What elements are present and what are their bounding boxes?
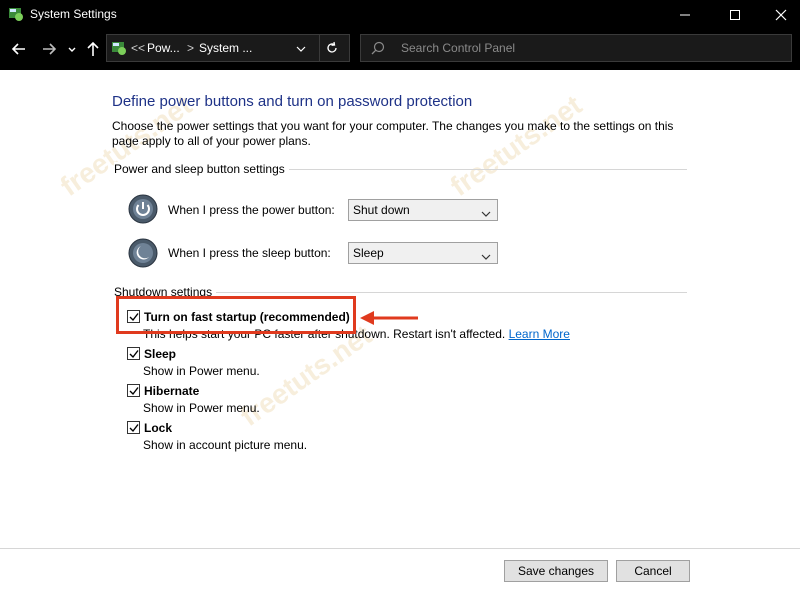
page-title: Define power buttons and turn on passwor… xyxy=(112,93,473,110)
hibernate-label[interactable]: Hibernate xyxy=(144,384,199,398)
address-dropdown-button[interactable] xyxy=(295,43,307,57)
sleep-label[interactable]: Sleep xyxy=(144,347,176,361)
search-icon xyxy=(371,41,385,58)
breadcrumb-overflow[interactable]: << xyxy=(131,41,145,55)
power-button-icon xyxy=(128,194,158,224)
address-bar[interactable]: << Pow... > System ... xyxy=(106,34,350,62)
window-title: System Settings xyxy=(30,7,117,21)
footer-divider xyxy=(0,548,800,549)
chevron-down-icon xyxy=(481,207,491,221)
sleep-checkbox[interactable] xyxy=(127,347,140,360)
cancel-button[interactable]: Cancel xyxy=(616,560,690,582)
maximize-icon xyxy=(730,10,740,20)
sleep-button-icon xyxy=(128,238,158,268)
lock-checkbox[interactable] xyxy=(127,421,140,434)
breadcrumb-system-settings[interactable]: System ... xyxy=(199,41,252,55)
power-button-select[interactable]: Shut down xyxy=(348,199,498,221)
chevron-down-icon xyxy=(296,46,306,52)
forward-button[interactable] xyxy=(40,40,60,60)
refresh-icon xyxy=(327,41,337,53)
close-button[interactable] xyxy=(758,0,800,30)
minimize-icon xyxy=(680,14,690,16)
title-bar: System Settings xyxy=(0,0,800,30)
checkmark-icon xyxy=(129,387,139,396)
power-sleep-group-label: Power and sleep button settings xyxy=(114,162,289,176)
arrow-up-icon xyxy=(87,41,99,56)
save-changes-button[interactable]: Save changes xyxy=(504,560,608,582)
chevron-down-icon xyxy=(68,47,76,52)
hibernate-description: Show in Power menu. xyxy=(143,401,260,415)
breadcrumb-separator[interactable]: > xyxy=(187,41,194,55)
sleep-button-label: When I press the sleep button: xyxy=(168,246,331,260)
sleep-button-select[interactable]: Sleep xyxy=(348,242,498,264)
page-description: Choose the power settings that you want … xyxy=(112,119,674,148)
learn-more-link[interactable]: Learn More xyxy=(509,327,570,341)
lock-label[interactable]: Lock xyxy=(144,421,172,435)
search-box[interactable]: Search Control Panel xyxy=(360,34,792,62)
power-button-label: When I press the power button: xyxy=(168,203,335,217)
address-divider xyxy=(319,35,320,61)
refresh-button[interactable] xyxy=(325,41,339,58)
lock-description: Show in account picture menu. xyxy=(143,438,308,452)
close-icon xyxy=(775,9,787,21)
minimize-button[interactable] xyxy=(662,0,708,30)
sleep-button-value: Sleep xyxy=(353,246,384,260)
maximize-button[interactable] xyxy=(712,0,758,30)
sleep-description: Show in Power menu. xyxy=(143,364,260,378)
arrow-left-icon xyxy=(11,43,25,55)
control-panel-icon xyxy=(111,40,127,56)
arrow-right-icon xyxy=(43,43,57,55)
hibernate-checkbox[interactable] xyxy=(127,384,140,397)
checkmark-icon xyxy=(129,424,139,433)
highlight-annotation xyxy=(116,296,356,334)
chevron-down-icon xyxy=(481,250,491,264)
up-button[interactable] xyxy=(84,40,104,60)
back-button[interactable] xyxy=(10,40,30,60)
power-button-value: Shut down xyxy=(353,203,410,217)
search-input[interactable]: Search Control Panel xyxy=(401,41,515,55)
control-panel-icon xyxy=(8,6,24,22)
recent-locations-button[interactable] xyxy=(66,40,86,60)
checkmark-icon xyxy=(129,350,139,359)
breadcrumb-power-options[interactable]: Pow... xyxy=(147,41,180,55)
annotation-arrow-icon xyxy=(360,308,420,331)
